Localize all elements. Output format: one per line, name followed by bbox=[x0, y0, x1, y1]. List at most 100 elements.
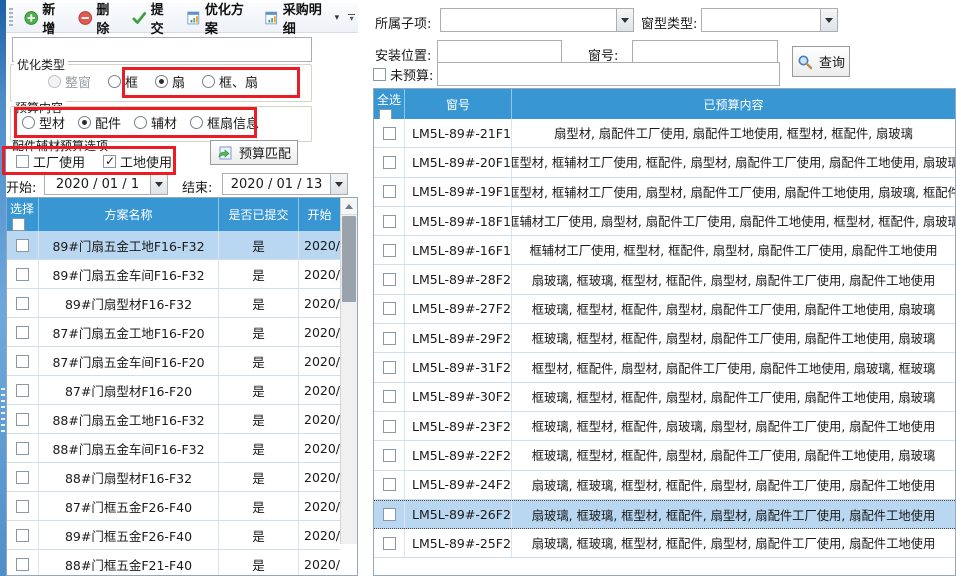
plan-row[interactable]: 89#门扇五金车间F16-F32是2020/0 bbox=[7, 260, 340, 289]
row-select-cell[interactable] bbox=[374, 324, 405, 352]
window-row[interactable]: LM5L-89#-22F20框玻璃, 框型材, 框配件, 扇型材, 扇配件工厂使… bbox=[374, 441, 955, 470]
start-date-dropdown-button[interactable] bbox=[150, 174, 167, 194]
plan-row[interactable]: 88#门框五金F21-F40是2020/0 bbox=[7, 550, 340, 576]
window-row[interactable]: LM5L-89#-29F27框玻璃, 框型材, 框配件, 扇型材, 扇配件工厂使… bbox=[374, 324, 955, 353]
optimize-plan-button[interactable]: 优化方案 bbox=[180, 0, 258, 40]
plan-row[interactable]: 87#门扇五金工地F16-F20是2020/0 bbox=[7, 318, 340, 347]
row-checkbox[interactable] bbox=[16, 239, 29, 252]
row-select-cell[interactable] bbox=[374, 471, 405, 499]
add-button[interactable]: 新增 bbox=[18, 0, 72, 40]
row-select-cell[interactable] bbox=[374, 353, 405, 381]
row-checkbox[interactable] bbox=[383, 537, 396, 550]
end-date-dropdown-button[interactable] bbox=[330, 174, 347, 194]
row-checkbox[interactable] bbox=[16, 355, 29, 368]
row-checkbox[interactable] bbox=[16, 500, 29, 513]
window-row[interactable]: LM5L-89#-26F24扇玻璃, 框玻璃, 框型材, 框配件, 扇型材, 扇… bbox=[374, 500, 955, 529]
column-header-select-all[interactable]: 全选 bbox=[374, 89, 405, 119]
row-select-cell[interactable] bbox=[7, 260, 39, 288]
row-checkbox[interactable] bbox=[16, 413, 29, 426]
checkbox-option[interactable]: 工地使用 bbox=[103, 152, 172, 171]
select-all-checkbox[interactable] bbox=[12, 218, 25, 231]
no-budget-checkbox[interactable] bbox=[373, 68, 386, 81]
row-checkbox[interactable] bbox=[16, 297, 29, 310]
toolbar-overflow-button[interactable]: ▾ bbox=[345, 7, 358, 29]
column-header-submitted[interactable]: 是否已提交 bbox=[219, 198, 299, 231]
window-type-dropdown-button[interactable] bbox=[820, 9, 837, 31]
plan-row[interactable]: 89#门扇型材F16-F32是2020/0 bbox=[7, 289, 340, 318]
column-header-window-no[interactable]: 窗号 bbox=[405, 89, 512, 119]
window-row[interactable]: LM5L-89#-23F21框玻璃, 框型材, 框配件, 扇玻璃, 扇型材, 扇… bbox=[374, 412, 955, 441]
window-row[interactable]: LM5L-89#-20F18框型材, 框辅材工厂使用, 框配件, 扇型材, 扇配… bbox=[374, 148, 955, 177]
plan-row[interactable]: 89#门框五金F26-F40是2020/0 bbox=[7, 521, 340, 550]
column-header-start[interactable]: 开始 bbox=[299, 198, 341, 231]
window-row[interactable]: LM5L-89#-16F15框辅材工厂使用, 框型材, 框配件, 扇型材, 扇配… bbox=[374, 236, 955, 265]
plan-row[interactable]: 87#门扇五金车间F16-F20是2020/0 bbox=[7, 347, 340, 376]
dock-grip-handle[interactable] bbox=[1, 388, 5, 434]
window-row[interactable]: LM5L-89#-27F25框玻璃, 框型材, 框配件, 扇型材, 扇配件工厂使… bbox=[374, 295, 955, 324]
row-checkbox[interactable] bbox=[383, 156, 396, 169]
sub-item-dropdown-button[interactable] bbox=[616, 9, 633, 31]
column-header-plan-name[interactable]: 方案名称 bbox=[39, 198, 219, 231]
window-row[interactable]: LM5L-89#-25F23扇玻璃, 框玻璃, 框型材, 框配件, 扇型材, 扇… bbox=[374, 529, 955, 558]
row-select-cell[interactable] bbox=[374, 383, 405, 411]
scrollbar-thumb[interactable] bbox=[342, 216, 356, 302]
plan-row[interactable]: 87#门扇型材F16-F20是2020/0 bbox=[7, 376, 340, 405]
vertical-scrollbar[interactable] bbox=[340, 198, 357, 544]
radio-option[interactable]: 框、扇 bbox=[202, 72, 258, 91]
row-select-cell[interactable] bbox=[7, 550, 39, 576]
row-checkbox[interactable] bbox=[383, 449, 396, 462]
row-select-cell[interactable] bbox=[374, 236, 405, 264]
no-budget-input[interactable] bbox=[437, 62, 780, 86]
row-select-cell[interactable] bbox=[7, 492, 39, 520]
window-row[interactable]: LM5L-89#-31F29框型材, 框配件, 扇型材, 扇配件工厂使用, 扇配… bbox=[374, 353, 955, 382]
row-checkbox[interactable] bbox=[383, 478, 396, 491]
row-checkbox[interactable] bbox=[383, 127, 396, 140]
row-select-cell[interactable] bbox=[374, 207, 405, 235]
row-select-cell[interactable] bbox=[7, 376, 39, 404]
window-row[interactable]: LM5L-89#-18F16框辅材工厂使用, 扇型材, 扇配件工厂使用, 扇配件… bbox=[374, 207, 955, 236]
row-select-cell[interactable] bbox=[374, 529, 405, 557]
radio-option[interactable]: 型材 bbox=[22, 113, 65, 132]
row-select-cell[interactable] bbox=[374, 119, 405, 147]
end-date-picker[interactable]: 2020 / 01 / 13 bbox=[222, 173, 348, 195]
start-date-picker[interactable]: 2020 / 01 / 1 bbox=[44, 173, 168, 195]
row-checkbox[interactable] bbox=[16, 384, 29, 397]
row-select-cell[interactable] bbox=[374, 501, 405, 528]
window-row[interactable]: LM5L-89#-19F17框型材, 框辅材工厂使用, 扇型材, 扇配件工厂使用… bbox=[374, 178, 955, 207]
row-checkbox[interactable] bbox=[16, 529, 29, 542]
window-no-input[interactable] bbox=[632, 40, 778, 64]
delete-button[interactable]: 删除 bbox=[72, 0, 126, 40]
row-select-cell[interactable] bbox=[7, 231, 39, 259]
window-row[interactable]: LM5L-89#-30F28框玻璃, 框型材, 框配件, 扇型材, 扇配件工厂使… bbox=[374, 383, 955, 412]
plan-row[interactable]: 87#门框五金F26-F40是2020/0 bbox=[7, 492, 340, 521]
radio-option[interactable]: 框扇信息 bbox=[190, 113, 259, 132]
column-header-budgeted-content[interactable]: 已预算内容 bbox=[512, 89, 955, 119]
row-select-cell[interactable] bbox=[7, 289, 39, 317]
row-select-cell[interactable] bbox=[7, 318, 39, 346]
window-type-combobox[interactable] bbox=[701, 8, 838, 32]
row-checkbox[interactable] bbox=[16, 442, 29, 455]
checkbox-option[interactable]: 工厂使用 bbox=[16, 152, 85, 171]
column-header-select[interactable]: 选择 bbox=[7, 198, 39, 231]
install-position-input[interactable] bbox=[437, 40, 562, 64]
row-checkbox[interactable] bbox=[383, 185, 396, 198]
plan-row[interactable]: 89#门扇五金工地F16-F32是2020/0 bbox=[7, 231, 340, 260]
row-checkbox[interactable] bbox=[383, 215, 396, 228]
row-select-cell[interactable] bbox=[7, 434, 39, 462]
row-select-cell[interactable] bbox=[7, 347, 39, 375]
row-checkbox[interactable] bbox=[16, 558, 29, 571]
radio-option[interactable]: 框 bbox=[108, 72, 138, 91]
toolbar-grip[interactable] bbox=[9, 8, 13, 28]
row-checkbox[interactable] bbox=[16, 471, 29, 484]
plan-row[interactable]: 88#门扇五金车间F16-F32是2020/0 bbox=[7, 434, 340, 463]
purchase-detail-button[interactable]: 采购明细 ▾ bbox=[258, 0, 345, 40]
radio-option[interactable]: 扇 bbox=[155, 72, 185, 91]
row-checkbox[interactable] bbox=[383, 332, 396, 345]
row-checkbox[interactable] bbox=[383, 244, 396, 257]
plan-row[interactable]: 88#门扇五金工地F16-F32是2020/0 bbox=[7, 405, 340, 434]
plan-row[interactable]: 88#门扇型材F16-F32是2020/0 bbox=[7, 463, 340, 492]
row-checkbox[interactable] bbox=[383, 390, 396, 403]
scrollbar-up-button[interactable] bbox=[341, 198, 357, 215]
row-select-cell[interactable] bbox=[7, 463, 39, 491]
row-select-cell[interactable] bbox=[7, 521, 39, 549]
